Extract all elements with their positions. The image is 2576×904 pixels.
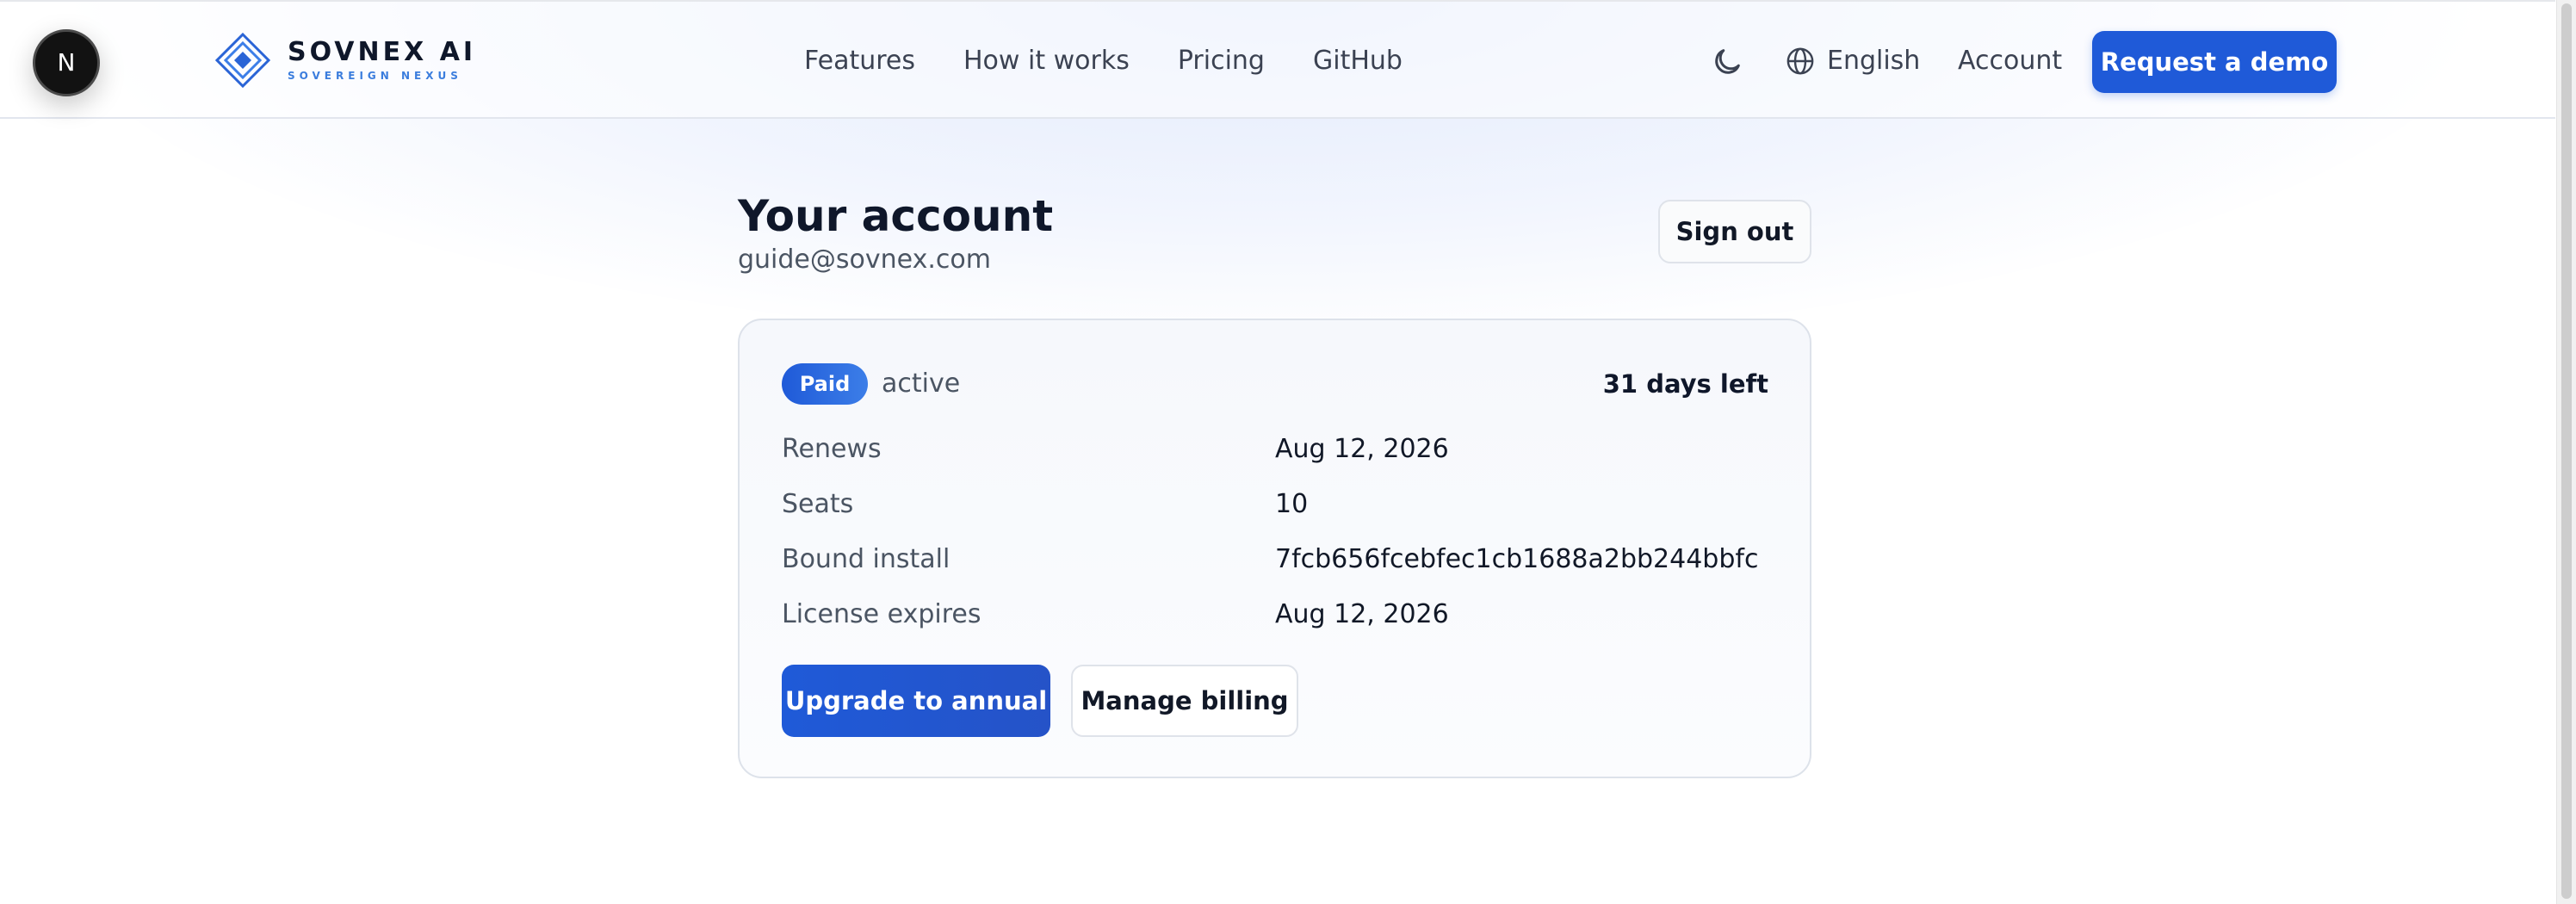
theme-toggle-button[interactable] — [1710, 45, 1744, 79]
detail-label-bound-install: Bound install — [782, 544, 951, 574]
request-demo-button[interactable]: Request a demo — [2092, 31, 2337, 93]
nextjs-icon: N — [58, 48, 76, 77]
upgrade-annual-button[interactable]: Upgrade to annual — [782, 665, 1050, 737]
manage-billing-button[interactable]: Manage billing — [1071, 665, 1298, 737]
nextjs-dev-indicator[interactable]: N — [33, 29, 100, 96]
diamond-logo-icon — [215, 33, 270, 88]
account-email: guide@sovnex.com — [738, 245, 991, 275]
nav-link-pricing[interactable]: Pricing — [1178, 43, 1265, 79]
nav-link-how-it-works[interactable]: How it works — [963, 43, 1130, 79]
globe-icon — [1786, 47, 1814, 75]
dev-badge-letter: N — [58, 48, 76, 77]
plan-badge: Paid — [782, 363, 868, 405]
brand-logo[interactable]: SOVNEX AI SOVEREIGN NEXUS — [215, 33, 476, 88]
scrollbar-thumb[interactable] — [2561, 3, 2572, 899]
page-title: Your account — [738, 191, 1054, 241]
page-scrollbar[interactable] — [2556, 0, 2576, 904]
sign-out-button[interactable]: Sign out — [1658, 200, 1811, 263]
detail-value-renews: Aug 12, 2026 — [1275, 434, 1449, 464]
brand-tagline: SOVEREIGN NEXUS — [288, 70, 462, 82]
subscription-status: active — [882, 368, 961, 399]
detail-label-seats: Seats — [782, 489, 854, 519]
language-label: English — [1827, 46, 1921, 76]
top-navigation-bar: SOVNEX AI SOVEREIGN NEXUS Features How i… — [0, 0, 2555, 119]
moon-icon — [1715, 49, 1740, 74]
account-link[interactable]: Account — [1958, 43, 2062, 79]
detail-value-license-expires: Aug 12, 2026 — [1275, 599, 1449, 629]
days-left: 31 days left — [1602, 369, 1768, 399]
detail-value-seats: 10 — [1275, 489, 1309, 519]
main-nav: Features How it works Pricing GitHub — [804, 43, 1403, 79]
nav-link-features[interactable]: Features — [804, 43, 915, 79]
detail-label-renews: Renews — [782, 434, 882, 464]
brand-text: SOVNEX AI SOVEREIGN NEXUS — [288, 38, 476, 83]
nav-link-github[interactable]: GitHub — [1313, 43, 1403, 79]
detail-value-bound-install: 7fcb656fcebfec1cb1688a2bb244bbfc — [1275, 544, 1759, 574]
detail-label-license-expires: License expires — [782, 599, 981, 629]
subscription-card: Paid active 31 days left Renews Aug 12, … — [738, 319, 1811, 778]
brand-name: SOVNEX AI — [288, 37, 477, 67]
language-selector[interactable]: English — [1786, 43, 1920, 79]
